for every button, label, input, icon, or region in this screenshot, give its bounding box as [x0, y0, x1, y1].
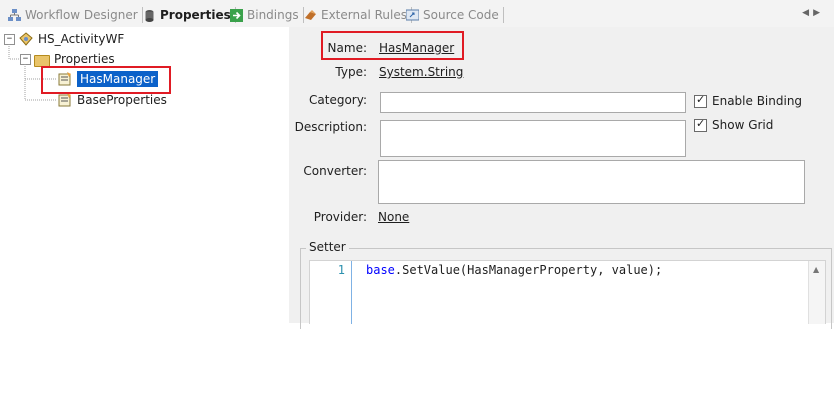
tab-label: Bindings: [247, 8, 299, 22]
property-details-panel: Name: HasManager Type: System.String Cat…: [289, 27, 834, 329]
tab-source-code[interactable]: Source Code: [405, 5, 504, 25]
scroll-left-icon[interactable]: ◀: [802, 8, 813, 18]
code-line[interactable]: base.SetValue(HasManagerProperty, value)…: [366, 263, 662, 277]
tab-external-rules[interactable]: External Rules: [304, 5, 412, 25]
property-tree: − HS_ActivityWF − Properties HasManager …: [0, 27, 289, 323]
tab-scroll-arrows[interactable]: ◀▶: [802, 8, 824, 18]
external-rules-icon: [304, 9, 317, 22]
checkbox-box[interactable]: ✓: [694, 92, 707, 108]
vertical-scrollbar[interactable]: ▲: [808, 261, 825, 324]
converter-input[interactable]: [378, 160, 805, 204]
line-number: 1: [337, 263, 345, 277]
source-code-icon: [405, 9, 420, 22]
workflow-designer-icon: [8, 8, 21, 22]
setter-group-label: Setter: [306, 240, 349, 254]
show-grid-checkbox[interactable]: ✓ Show Grid: [694, 116, 774, 132]
description-input[interactable]: [380, 120, 686, 157]
checkmark-icon: ✓: [696, 116, 706, 130]
category-input[interactable]: [380, 92, 686, 113]
scroll-right-icon[interactable]: ▶: [813, 8, 824, 18]
checkbox-label: Enable Binding: [712, 94, 803, 108]
code-keyword: base: [366, 263, 395, 277]
bindings-icon: [230, 8, 243, 22]
tab-label: External Rules: [321, 8, 407, 22]
tab-workflow-designer[interactable]: Workflow Designer: [8, 5, 143, 25]
tab-bindings[interactable]: Bindings: [230, 5, 304, 25]
setter-code-editor[interactable]: 1 base.SetValue(HasManagerProperty, valu…: [309, 260, 826, 324]
provider-value-link[interactable]: None: [378, 210, 409, 224]
tab-label: Workflow Designer: [25, 8, 138, 22]
tab-properties[interactable]: Properties: [143, 5, 236, 25]
tab-label: Source Code: [423, 8, 499, 22]
scroll-up-icon[interactable]: ▲: [813, 265, 819, 274]
highlight-box-name: [321, 31, 464, 60]
type-label: Type:: [335, 65, 367, 79]
checkbox-box[interactable]: ✓: [694, 116, 707, 132]
category-label: Category:: [309, 93, 367, 107]
description-label: Description:: [294, 120, 367, 134]
converter-label: Converter:: [303, 164, 367, 178]
tab-label: Properties: [160, 8, 231, 22]
tree-node-label: BaseProperties: [77, 93, 167, 107]
properties-icon: [143, 9, 156, 22]
provider-label: Provider:: [313, 210, 367, 224]
code-text: .SetValue(HasManagerProperty, value);: [394, 263, 663, 277]
tab-separator: [502, 7, 504, 23]
checkbox-label: Show Grid: [712, 118, 774, 132]
enable-binding-checkbox[interactable]: ✓ Enable Binding: [694, 92, 803, 108]
line-number-gutter: 1: [310, 261, 352, 324]
document-tab-strip: Workflow Designer Properties Bindings Ex…: [0, 0, 834, 28]
checkmark-icon: ✓: [696, 92, 706, 106]
type-value-link[interactable]: System.String: [379, 65, 463, 79]
highlight-box-tree: [41, 66, 171, 94]
